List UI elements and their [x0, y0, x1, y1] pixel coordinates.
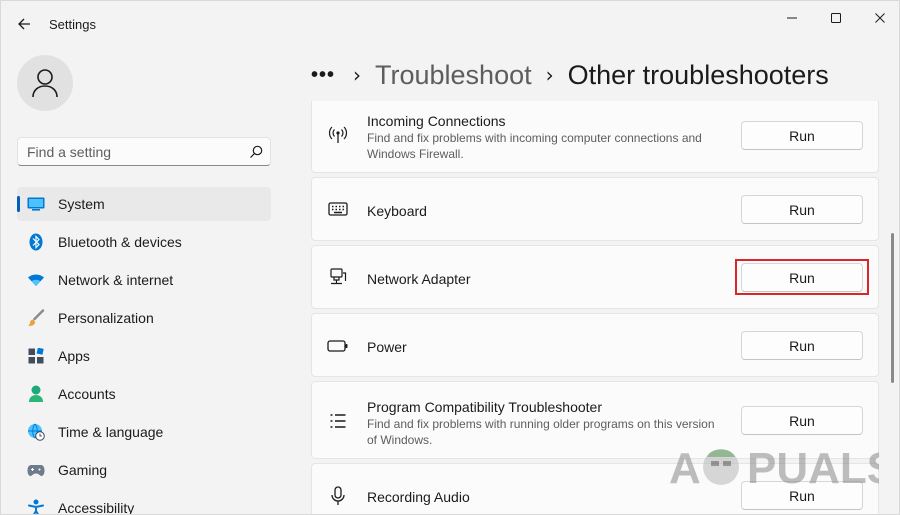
wifi-icon	[27, 271, 45, 289]
troubleshooter-power: Power Run	[311, 313, 879, 377]
close-icon	[875, 13, 885, 23]
list-icon	[327, 410, 349, 432]
user-avatar[interactable]	[17, 55, 73, 111]
troubleshooter-title: Network Adapter	[367, 271, 471, 287]
sidebar-item-personalization[interactable]: Personalization	[17, 301, 271, 335]
minimize-button[interactable]	[769, 5, 815, 31]
accounts-icon	[27, 385, 45, 403]
microphone-icon	[327, 485, 349, 507]
sidebar-item-bluetooth[interactable]: Bluetooth & devices	[17, 225, 271, 259]
troubleshooter-network-adapter: Network Adapter Run	[311, 245, 879, 309]
troubleshooter-title: Power	[367, 339, 407, 355]
sidebar-item-label: Gaming	[58, 462, 108, 478]
run-button[interactable]: Run	[741, 331, 863, 360]
brush-icon	[27, 309, 45, 327]
sidebar-item-label: Apps	[58, 348, 90, 364]
settings-window: Settings System Bluetooth & devices	[0, 0, 900, 515]
sidebar-item-system[interactable]: System	[17, 187, 271, 221]
sidebar-item-accessibility[interactable]: Accessibility	[17, 491, 271, 515]
battery-icon	[327, 335, 349, 357]
sidebar-item-apps[interactable]: Apps	[17, 339, 271, 373]
keyboard-icon	[327, 198, 349, 220]
svg-text:PUALS: PUALS	[747, 444, 879, 493]
sidebar-item-gaming[interactable]: Gaming	[17, 453, 271, 487]
accessibility-icon	[27, 499, 45, 514]
svg-text:A: A	[669, 444, 701, 493]
run-button[interactable]: Run	[741, 121, 863, 150]
run-button[interactable]: Run	[741, 195, 863, 224]
chevron-right-icon: ›	[545, 63, 554, 87]
network-adapter-icon	[327, 266, 349, 288]
monitor-icon	[27, 195, 45, 213]
globe-clock-icon	[27, 423, 45, 441]
settings-search[interactable]	[17, 137, 271, 166]
title-bar: Settings	[1, 1, 899, 45]
sidebar-item-label: Network & internet	[58, 272, 174, 288]
troubleshooter-description: Find and fix problems with incoming comp…	[367, 131, 702, 161]
gamepad-icon	[27, 461, 45, 479]
sidebar-item-label: Bluetooth & devices	[58, 234, 182, 250]
apps-icon	[27, 347, 45, 365]
breadcrumb-troubleshoot-link[interactable]: Troubleshoot	[375, 60, 532, 91]
sidebar-item-label: Accessibility	[58, 500, 135, 515]
troubleshooter-keyboard: Keyboard Run	[311, 177, 879, 241]
sidebar-item-time-language[interactable]: Time & language	[17, 415, 271, 449]
breadcrumb: ••• › Troubleshoot › Other troubleshoote…	[311, 55, 829, 95]
chevron-right-icon: ›	[353, 63, 362, 87]
sidebar-item-label: Personalization	[58, 310, 154, 326]
bluetooth-icon	[27, 233, 45, 251]
highlight-box	[735, 259, 869, 295]
appuals-watermark-logo: A PUALS	[669, 444, 879, 493]
sidebar-item-label: System	[58, 196, 105, 212]
troubleshooter-title: Recording Audio	[367, 489, 470, 505]
breadcrumb-more-button[interactable]: •••	[311, 65, 335, 85]
sidebar-item-network[interactable]: Network & internet	[17, 263, 271, 297]
close-button[interactable]	[857, 5, 899, 31]
antenna-icon	[327, 124, 349, 146]
app-title: Settings	[49, 17, 96, 32]
back-button[interactable]	[11, 11, 37, 37]
sidebar-nav: System Bluetooth & devices Network & int…	[17, 187, 271, 515]
troubleshooter-title: Incoming Connections	[367, 113, 506, 129]
sidebar-item-label: Accounts	[58, 386, 116, 402]
page-title: Other troubleshooters	[567, 59, 829, 90]
troubleshooter-incoming-connections: Incoming Connections Find and fix proble…	[311, 101, 879, 173]
person-icon	[32, 69, 58, 98]
maximize-button[interactable]	[813, 5, 859, 31]
sidebar-item-accounts[interactable]: Accounts	[17, 377, 271, 411]
scrollbar-thumb[interactable]	[891, 233, 894, 383]
search-icon[interactable]	[248, 144, 264, 160]
maximize-icon	[831, 13, 841, 23]
search-input[interactable]	[27, 143, 237, 161]
back-arrow-icon	[18, 18, 30, 30]
troubleshooter-title: Keyboard	[367, 203, 427, 219]
sidebar-item-label: Time & language	[58, 424, 164, 440]
minimize-icon	[787, 17, 797, 19]
troubleshooter-title: Program Compatibility Troubleshooter	[367, 399, 602, 415]
